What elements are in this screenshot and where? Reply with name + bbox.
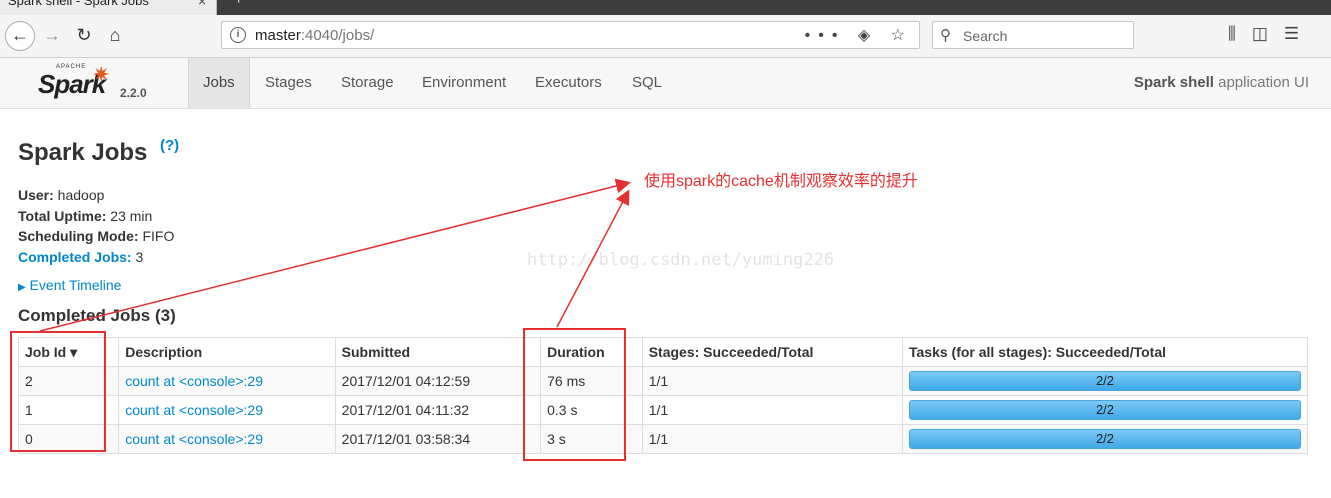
toolbar-icons: ⫼ ◫ ☰ [1228, 24, 1315, 44]
table-row: 1 count at <console>:29 2017/12/01 04:11… [17, 395, 1308, 425]
home-icon[interactable]: ⌂ [101, 21, 129, 49]
reload-icon[interactable]: ↻ [70, 21, 98, 49]
spark-header: APACHE Spark ✷ 2.2.0 Jobs Stages Storage… [0, 58, 1331, 109]
header-tasks[interactable]: Tasks (for all stages): Succeeded/Total [902, 337, 1308, 367]
tab-strip: Spark shell - Spark Jobs × + [0, 0, 1331, 15]
job-submitted: 2017/12/01 04:12:59 [334, 366, 542, 396]
new-tab-icon[interactable]: + [234, 0, 243, 9]
header-stages[interactable]: Stages: Succeeded/Total [641, 337, 904, 367]
job-stages: 1/1 [641, 366, 904, 396]
jobs-table: Job Id ▾ Description Submitted Duration … [17, 337, 1308, 454]
header-submitted[interactable]: Submitted [334, 337, 542, 367]
job-stages: 1/1 [641, 395, 904, 425]
search-bar[interactable]: ⚲ Search [932, 21, 1134, 49]
table-row: 2 count at <console>:29 2017/12/01 04:12… [17, 366, 1308, 396]
close-tab-icon[interactable]: × [198, 0, 206, 9]
spark-logo[interactable]: APACHE Spark ✷ 2.2.0 [38, 62, 168, 106]
caret-right-icon: ▶ [18, 282, 26, 293]
tab-storage[interactable]: Storage [327, 58, 408, 108]
menu-icon[interactable]: ☰ [1284, 24, 1299, 43]
highlight-box-job-id [10, 331, 106, 452]
spark-version: 2.2.0 [120, 86, 147, 100]
sidebar-icon[interactable]: ◫ [1252, 24, 1268, 43]
navigation-bar: ← → ↻ ⌂ i master:4040/jobs/ ••• ◈ ☆ ⚲ Se… [0, 15, 1331, 58]
search-input[interactable]: Search [963, 28, 1007, 44]
url-bar[interactable]: i master:4040/jobs/ ••• ◈ ☆ [221, 21, 920, 49]
job-stages: 1/1 [641, 424, 904, 454]
tab-jobs[interactable]: Jobs [188, 58, 250, 108]
tasks-progress-bar: 2/2 [909, 400, 1301, 420]
job-description-link[interactable]: count at <console>:29 [125, 402, 263, 418]
header-description[interactable]: Description [118, 337, 336, 367]
spark-star-icon: ✷ [92, 62, 111, 87]
tab-executors[interactable]: Executors [521, 58, 616, 108]
page-title: Spark Jobs [18, 139, 148, 166]
job-submitted: 2017/12/01 04:11:32 [334, 395, 542, 425]
info-icon[interactable]: i [230, 27, 246, 43]
tab-sql[interactable]: SQL [618, 58, 676, 108]
tasks-progress-bar: 2/2 [909, 429, 1301, 449]
job-submitted: 2017/12/01 03:58:34 [334, 424, 542, 454]
event-timeline-toggle[interactable]: ▶ Event Timeline [18, 277, 121, 293]
table-row: 0 count at <console>:29 2017/12/01 03:58… [17, 424, 1308, 454]
library-icon[interactable]: ⫼ [1228, 24, 1236, 43]
annotation-text: 使用spark的cache机制观察效率的提升 [644, 173, 918, 190]
search-icon: ⚲ [940, 27, 951, 44]
tasks-progress-bar: 2/2 [909, 371, 1301, 391]
completed-jobs-link[interactable]: Completed Jobs: [18, 249, 132, 265]
completed-jobs-title: Completed Jobs (3) [18, 306, 176, 325]
browser-tab[interactable]: Spark shell - Spark Jobs × [0, 0, 217, 15]
tab-environment[interactable]: Environment [408, 58, 520, 108]
job-description-link[interactable]: count at <console>:29 [125, 431, 263, 447]
watermark: http://blog.csdn.net/yuming226 [527, 250, 835, 270]
table-header-row: Job Id ▾ Description Submitted Duration … [17, 337, 1308, 367]
highlight-box-duration [523, 328, 626, 461]
tab-stages[interactable]: Stages [251, 58, 326, 108]
url-text[interactable]: master:4040/jobs/ [255, 27, 374, 44]
page-actions-icon[interactable]: ••• ◈ ☆ [805, 25, 913, 45]
forward-icon[interactable]: → [38, 21, 66, 49]
job-summary: User: hadoop Total Uptime: 23 min Schedu… [18, 187, 175, 266]
app-title: Spark shell application UI [1133, 74, 1309, 91]
tab-title: Spark shell - Spark Jobs [8, 0, 149, 8]
help-link[interactable]: (?) [160, 137, 179, 154]
back-icon[interactable]: ← [5, 21, 35, 51]
job-description-link[interactable]: count at <console>:29 [125, 373, 263, 389]
